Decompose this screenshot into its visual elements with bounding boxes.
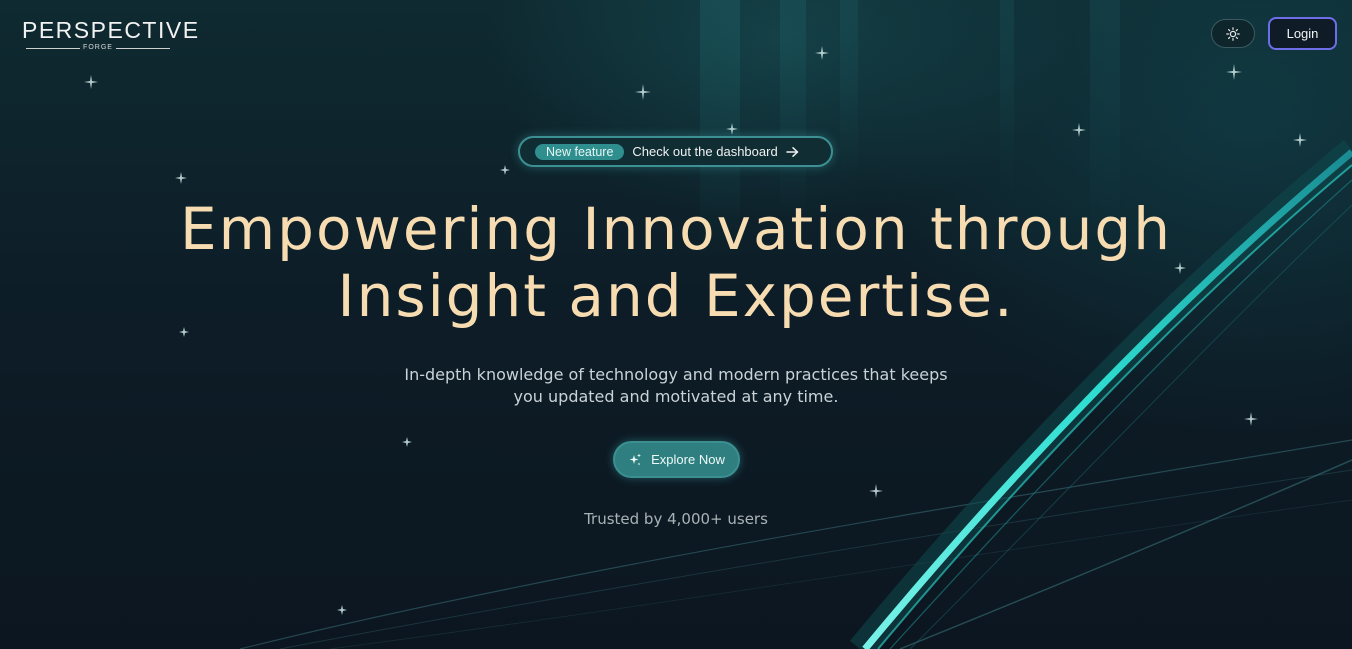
trusted-by-text: Trusted by 4,000+ users <box>584 510 768 528</box>
explore-now-label: Explore Now <box>651 452 725 467</box>
arrow-right-icon <box>785 146 799 158</box>
new-feature-badge: New feature <box>535 143 625 160</box>
login-button[interactable]: Login <box>1268 17 1337 50</box>
landing-page: PERSPECTIVE FORGE Login New feature Chec… <box>0 0 1352 649</box>
hero-title-line-1: Empowering Innovation through <box>180 195 1172 263</box>
sparkles-icon <box>628 453 642 467</box>
hero-subtitle-line-2: you updated and motivated at any time. <box>513 387 839 406</box>
brand-logo[interactable]: PERSPECTIVE FORGE <box>22 17 198 55</box>
announcement-text: Check out the dashboard <box>632 144 778 159</box>
explore-now-button[interactable]: Explore Now <box>613 441 740 478</box>
announcement-pill[interactable]: New feature Check out the dashboard <box>518 136 833 167</box>
sun-icon <box>1226 26 1240 41</box>
logo-subtitle: FORGE <box>22 44 174 51</box>
logo-wordmark: PERSPECTIVE <box>22 17 200 43</box>
theme-toggle-button[interactable] <box>1211 19 1255 48</box>
hero-title: Empowering Innovation through Insight an… <box>0 196 1352 330</box>
hero-subtitle-line-1: In-depth knowledge of technology and mod… <box>404 365 948 384</box>
hero-title-line-2: Insight and Expertise. <box>337 262 1015 330</box>
hero-subtitle: In-depth knowledge of technology and mod… <box>0 364 1352 408</box>
